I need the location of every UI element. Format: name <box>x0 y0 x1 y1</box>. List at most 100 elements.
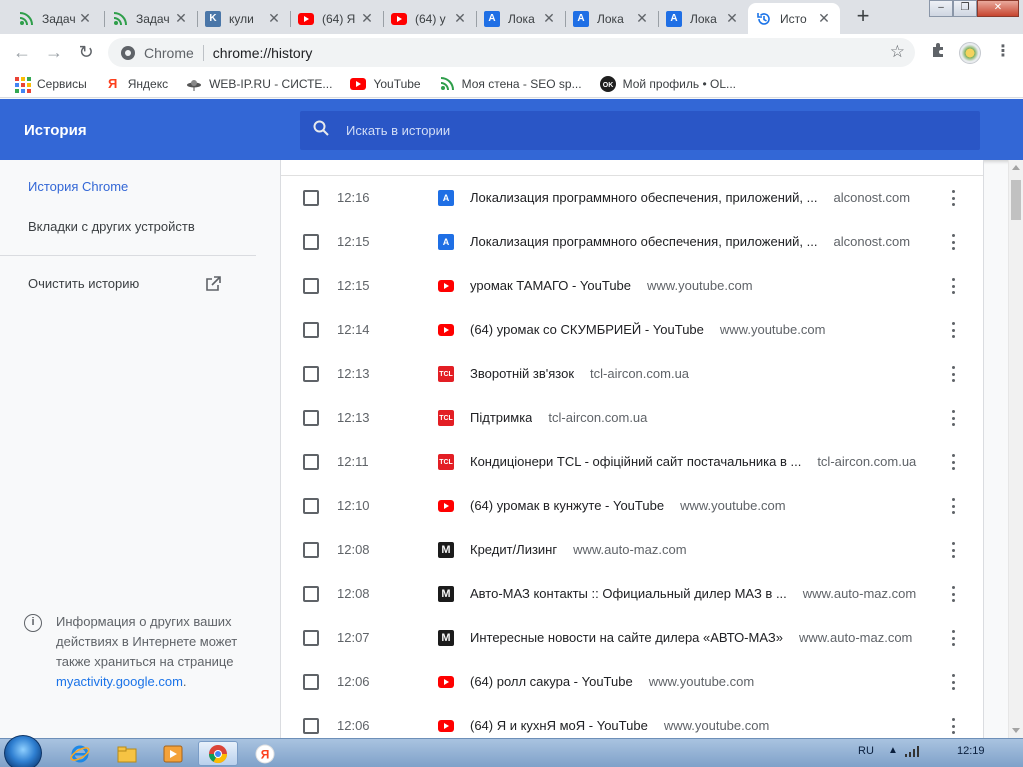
more-actions-icon[interactable] <box>945 672 961 692</box>
history-row[interactable]: 12:11 TCL Кондиціонери TCL - офіційний сай… <box>281 440 983 484</box>
entry-title-link[interactable]: Локализация программного обеспечения, пр… <box>470 234 817 249</box>
start-button[interactable] <box>4 735 42 767</box>
history-row[interactable]: 12:07 M Интересные новости на сайте дилера… <box>281 616 983 660</box>
row-checkbox[interactable] <box>303 278 319 294</box>
maximize-button[interactable]: ❐ <box>953 0 977 17</box>
history-row[interactable]: 12:10 (64) уромак в кунжуте - YouTube www.… <box>281 484 983 528</box>
minimize-button[interactable]: – <box>929 0 953 17</box>
tab-close-icon[interactable]: ✕ <box>634 10 650 27</box>
new-tab-button[interactable]: + <box>852 5 874 28</box>
row-checkbox[interactable] <box>303 410 319 426</box>
history-row[interactable]: 12:16 A Локализация программного обеспечен… <box>281 176 983 220</box>
entry-title-link[interactable]: Кредит/Лизинг <box>470 542 557 557</box>
clock[interactable]: 12:19 <box>957 745 985 757</box>
entry-title-link[interactable]: Кондиціонери TCL - офіційний сайт постач… <box>470 454 801 469</box>
more-actions-icon[interactable] <box>945 584 961 604</box>
extensions-puzzle-icon[interactable] <box>927 42 949 64</box>
more-actions-icon[interactable] <box>945 188 961 208</box>
history-row[interactable]: 12:06 (64) ролл сакура - YouTube www.youtu… <box>281 660 983 704</box>
history-row[interactable]: 12:08 M Кредит/Лизинг www.auto-maz.com <box>281 528 983 572</box>
more-actions-icon[interactable] <box>945 452 961 472</box>
tab-close-icon[interactable]: ✕ <box>77 10 93 27</box>
bookmark-services[interactable]: Сервисы <box>14 76 87 93</box>
taskbar-yandex-browser-icon[interactable]: Я <box>245 741 285 766</box>
menu-kebab-icon[interactable]: ⋮ <box>992 42 1014 64</box>
tab-5[interactable]: A Лока ✕ <box>476 3 565 34</box>
more-actions-icon[interactable] <box>945 320 961 340</box>
taskbar-ie-icon[interactable] <box>60 741 100 766</box>
taskbar-media-player-icon[interactable] <box>153 741 193 766</box>
history-row[interactable]: 12:13 TCL Зворотній зв'язок tcl-aircon.com.… <box>281 352 983 396</box>
myactivity-link[interactable]: myactivity.google.com <box>56 674 183 689</box>
bookmark-yandex[interactable]: Я Яндекс <box>105 76 168 92</box>
language-indicator[interactable]: RU <box>858 745 874 757</box>
close-window-button[interactable]: ✕ <box>977 0 1019 17</box>
tab-close-icon[interactable]: ✕ <box>173 10 189 27</box>
entry-title-link[interactable]: уромак ТАМАГО - YouTube <box>470 278 631 293</box>
search-input[interactable] <box>346 123 946 138</box>
tab-close-icon[interactable]: ✕ <box>359 10 375 27</box>
entry-title-link[interactable]: Локализация программного обеспечения, пр… <box>470 190 817 205</box>
row-checkbox[interactable] <box>303 190 319 206</box>
more-actions-icon[interactable] <box>945 408 961 428</box>
open-external-icon[interactable] <box>205 276 221 292</box>
more-actions-icon[interactable] <box>945 540 961 560</box>
forward-button[interactable]: → <box>42 40 66 64</box>
tab-6[interactable]: A Лока ✕ <box>565 3 658 34</box>
entry-title-link[interactable]: Підтримка <box>470 410 532 425</box>
tab-3[interactable]: (64) Я ✕ <box>290 3 383 34</box>
entry-title-link[interactable]: Зворотній зв'язок <box>470 366 574 381</box>
entry-title-link[interactable]: Авто-МАЗ контакты :: Официальный дилер М… <box>470 586 787 601</box>
row-checkbox[interactable] <box>303 586 319 602</box>
sidebar-item-other-devices[interactable]: Вкладки с других устройств <box>28 219 195 234</box>
profile-avatar[interactable] <box>959 42 981 64</box>
tray-expand-icon[interactable]: ▲ <box>888 745 898 756</box>
reload-button[interactable]: ↻ <box>74 40 98 64</box>
tab-close-icon[interactable]: ✕ <box>541 10 557 27</box>
more-actions-icon[interactable] <box>945 628 961 648</box>
entry-title-link[interactable]: (64) ролл сакура - YouTube <box>470 674 633 689</box>
more-actions-icon[interactable] <box>945 232 961 252</box>
tab-close-icon[interactable]: ✕ <box>266 10 282 27</box>
tab-close-icon[interactable]: ✕ <box>452 10 468 27</box>
bookmark-ok-profile[interactable]: OK Мой профиль • OL... <box>599 75 736 92</box>
more-actions-icon[interactable] <box>945 716 961 736</box>
entry-title-link[interactable]: (64) Я и кухнЯ моЯ - YouTube <box>470 718 648 733</box>
scroll-up-arrow[interactable] <box>1012 165 1020 170</box>
address-bar[interactable]: Chrome chrome://history ☆ <box>108 38 915 67</box>
row-checkbox[interactable] <box>303 322 319 338</box>
row-checkbox[interactable] <box>303 718 319 734</box>
more-actions-icon[interactable] <box>945 276 961 296</box>
bookmark-star-icon[interactable]: ☆ <box>890 42 905 62</box>
bookmark-seo-sprint[interactable]: Моя стена - SEO sp... <box>439 76 582 92</box>
history-row[interactable]: 12:15 A Локализация программного обеспечен… <box>281 220 983 264</box>
row-checkbox[interactable] <box>303 366 319 382</box>
tab-8[interactable]: Исто ✕ <box>748 3 840 34</box>
tab-0[interactable]: Задач ✕ <box>10 3 101 34</box>
page-scrollbar[interactable] <box>1008 160 1023 738</box>
history-row[interactable]: 12:08 M Авто-МАЗ контакты :: Официальный д… <box>281 572 983 616</box>
row-checkbox[interactable] <box>303 454 319 470</box>
clear-history-link[interactable]: Очистить историю <box>28 276 139 291</box>
tab-1[interactable]: Задач ✕ <box>104 3 197 34</box>
tab-4[interactable]: (64) у ✕ <box>383 3 476 34</box>
row-checkbox[interactable] <box>303 630 319 646</box>
taskbar-chrome-icon[interactable] <box>198 741 238 766</box>
taskbar-explorer-icon[interactable] <box>107 741 147 766</box>
tab-2[interactable]: Kкули ✕ <box>197 3 290 34</box>
scroll-thumb[interactable] <box>1011 180 1021 220</box>
row-checkbox[interactable] <box>303 542 319 558</box>
entry-title-link[interactable]: Интересные новости на сайте дилера «АВТО… <box>470 630 783 645</box>
tab-close-icon[interactable]: ✕ <box>724 10 740 27</box>
sidebar-item-chrome-history[interactable]: История Chrome <box>28 179 128 194</box>
tab-7[interactable]: A Лока ✕ <box>658 3 748 34</box>
history-row[interactable]: 12:15 уромак ТАМАГО - YouTube www.youtube.… <box>281 264 983 308</box>
bookmark-youtube[interactable]: YouTube <box>350 76 421 92</box>
row-checkbox[interactable] <box>303 674 319 690</box>
entry-title-link[interactable]: (64) уромак в кунжуте - YouTube <box>470 498 664 513</box>
row-checkbox[interactable] <box>303 498 319 514</box>
back-button[interactable]: ← <box>10 40 34 64</box>
scroll-down-arrow[interactable] <box>1012 728 1020 733</box>
entry-title-link[interactable]: (64) уромак со СКУМБРИЕЙ - YouTube <box>470 322 704 337</box>
more-actions-icon[interactable] <box>945 364 961 384</box>
